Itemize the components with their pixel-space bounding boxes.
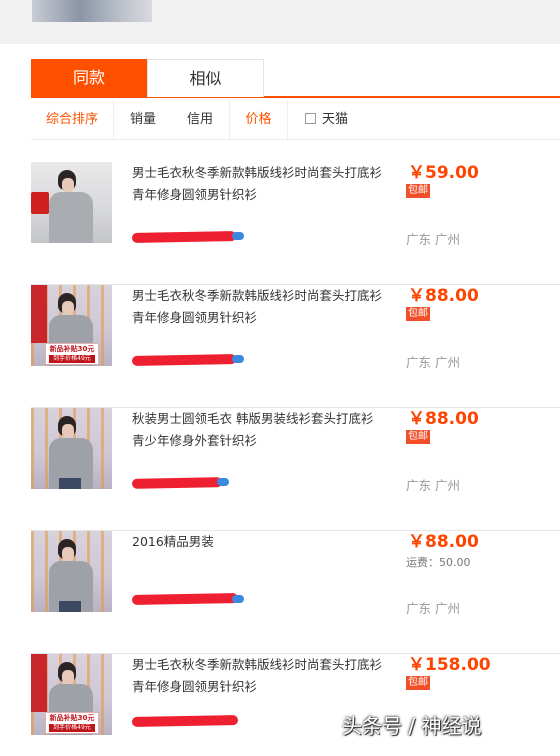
product-title[interactable]: 男士毛衣秋冬季新款韩版线衫时尚套头打底衫青年修身圆领男针织衫 bbox=[132, 285, 382, 329]
model-jeans bbox=[59, 601, 81, 612]
redacted-shop-name bbox=[131, 715, 239, 727]
free-shipping-badge: 包邮 bbox=[406, 307, 430, 321]
model-face bbox=[62, 424, 74, 438]
seller-location: 广东 广州 bbox=[406, 355, 460, 370]
redaction-mark bbox=[232, 232, 244, 240]
seller-location: 广东 广州 bbox=[406, 478, 460, 493]
product-thumbnail[interactable] bbox=[31, 408, 112, 489]
product-thumbnail[interactable]: 新品补贴30元 到手价格49元 bbox=[31, 654, 112, 735]
product-list-item[interactable]: 新品补贴30元 到手价格49元 男士毛衣秋冬季新款韩版线衫时尚套头打底衫青年修身… bbox=[31, 285, 560, 408]
product-price: ￥88.00 bbox=[408, 532, 479, 552]
product-list-item[interactable]: 男士毛衣秋冬季新款韩版线衫时尚套头打底衫青年修身圆领男针织衫 ￥59.00 包邮… bbox=[31, 162, 560, 285]
product-title[interactable]: 男士毛衣秋冬季新款韩版线衫时尚套头打底衫青年修身圆领男针织衫 bbox=[132, 654, 382, 698]
red-car-shape bbox=[31, 192, 49, 214]
promo-bottom-text: 到手价格49元 bbox=[49, 724, 95, 732]
redaction-mark bbox=[232, 595, 244, 603]
redacted-shop-name bbox=[131, 354, 237, 366]
free-shipping-badge: 包邮 bbox=[406, 676, 430, 690]
product-title[interactable]: 2016精品男装 bbox=[132, 531, 382, 553]
promo-bottom-text: 到手价格49元 bbox=[49, 355, 95, 363]
watermark-text: 头条号 / 神经说 bbox=[342, 714, 482, 738]
tmall-label: 天猫 bbox=[322, 112, 349, 127]
sort-bar: 综合排序 销量 信用 价格 天猫 bbox=[31, 100, 560, 140]
model-face bbox=[62, 670, 74, 684]
free-shipping-badge: 包邮 bbox=[406, 430, 430, 444]
model-jeans bbox=[59, 478, 81, 489]
redacted-shop-name bbox=[131, 231, 237, 243]
free-shipping-badge: 包邮 bbox=[406, 184, 430, 198]
product-list-item[interactable]: 秋装男士圆领毛衣 韩版男装线衫套头打底衫青少年修身外套针织衫 ￥88.00 包邮… bbox=[31, 408, 560, 531]
promo-top-text: 新品补贴30元 bbox=[49, 345, 95, 353]
previous-product-thumbnail[interactable] bbox=[32, 0, 152, 22]
model-sweater bbox=[49, 192, 93, 243]
sort-overall-button[interactable]: 综合排序 bbox=[31, 100, 114, 139]
product-list-item[interactable]: 2016精品男装 ￥88.00 运费：50.00 广东 广州 bbox=[31, 531, 560, 654]
product-title[interactable]: 秋装男士圆领毛衣 韩版男装线衫套头打底衫青少年修身外套针织衫 bbox=[132, 408, 382, 452]
thumbnail-red-panel bbox=[31, 285, 47, 343]
product-thumbnail[interactable] bbox=[31, 531, 112, 612]
seller-location: 广东 广州 bbox=[406, 601, 460, 616]
shipping-fee: 运费：50.00 bbox=[406, 556, 471, 569]
model-face bbox=[62, 301, 74, 315]
sort-price-button[interactable]: 价格 bbox=[229, 100, 288, 139]
redacted-shop-name bbox=[131, 477, 223, 489]
model-face bbox=[62, 547, 74, 561]
tab-similar[interactable]: 相似 bbox=[147, 59, 264, 97]
product-price: ￥59.00 bbox=[408, 163, 479, 183]
tab-same-style[interactable]: 同款 bbox=[31, 59, 147, 97]
seller-location: 广东 广州 bbox=[406, 232, 460, 247]
promo-label: 新品补贴30元 到手价格49元 bbox=[45, 343, 99, 365]
product-thumbnail[interactable]: 新品补贴30元 到手价格49元 bbox=[31, 285, 112, 366]
sort-sales-button[interactable]: 销量 bbox=[115, 100, 171, 139]
sort-credit-button[interactable]: 信用 bbox=[171, 100, 229, 139]
tmall-checkbox[interactable] bbox=[305, 113, 316, 124]
promo-top-text: 新品补贴30元 bbox=[49, 714, 95, 722]
product-price: ￥88.00 bbox=[408, 286, 479, 306]
promo-label: 新品补贴30元 到手价格49元 bbox=[45, 712, 99, 734]
model-face bbox=[62, 178, 74, 192]
product-price: ￥158.00 bbox=[408, 655, 491, 675]
tmall-filter[interactable]: 天猫 bbox=[305, 100, 348, 139]
product-price: ￥88.00 bbox=[408, 409, 479, 429]
redaction-mark bbox=[232, 355, 244, 363]
redacted-shop-name bbox=[131, 593, 239, 605]
previous-section-strip bbox=[0, 0, 560, 44]
product-thumbnail[interactable] bbox=[31, 162, 112, 243]
redaction-mark bbox=[217, 478, 229, 486]
thumbnail-red-panel bbox=[31, 654, 47, 712]
product-list-item[interactable]: 新品补贴30元 到手价格49元 男士毛衣秋冬季新款韩版线衫时尚套头打底衫青年修身… bbox=[31, 654, 560, 756]
result-tabs: 同款 相似 bbox=[31, 59, 560, 98]
product-title[interactable]: 男士毛衣秋冬季新款韩版线衫时尚套头打底衫青年修身圆领男针织衫 bbox=[132, 162, 382, 206]
